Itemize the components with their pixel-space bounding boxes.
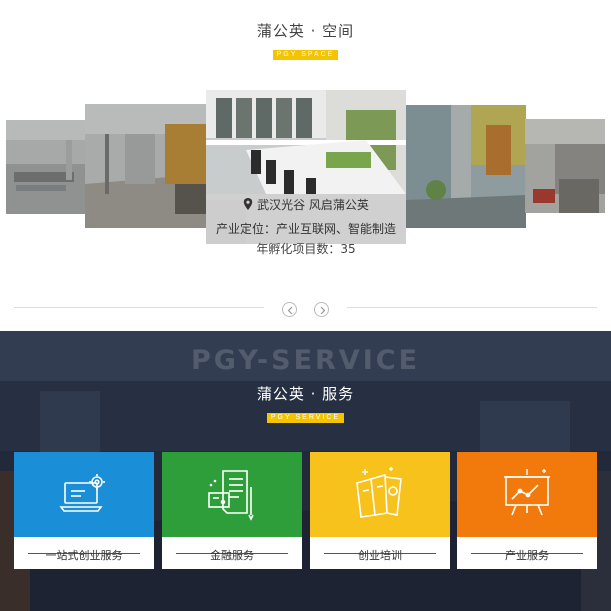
service-subtitle: PGY SERVICE xyxy=(266,413,345,423)
service-card-training[interactable]: 创业培训 xyxy=(310,452,450,569)
card-face xyxy=(14,452,154,537)
laptop-gear-icon xyxy=(59,474,105,512)
caption-incubation: 年孵化项目数：35 xyxy=(256,242,356,256)
service-card-startup[interactable]: 一站式创业服务 xyxy=(14,452,154,569)
caption-location-row: 武汉光谷 风启蒲公英 xyxy=(206,196,406,214)
slide-right[interactable] xyxy=(406,105,526,228)
prev-button[interactable] xyxy=(282,302,297,317)
service-section: PGY-SERVICE 蒲公英 · 服务 PGY SERVICE 一站式创业服务… xyxy=(0,331,611,611)
slide-far-left[interactable] xyxy=(6,120,86,214)
caption-location: 武汉光谷 风启蒲公英 xyxy=(257,198,369,212)
location-pin-icon xyxy=(243,198,253,210)
space-heading: 蒲公英 · 空间 PGY SPACE xyxy=(0,20,611,60)
service-heading: 蒲公英 · 服务 PGY SERVICE xyxy=(0,383,611,423)
service-title: 蒲公英 · 服务 xyxy=(256,385,355,403)
divider-right xyxy=(347,307,597,308)
card-label: 金融服务 xyxy=(210,549,254,562)
card-face xyxy=(457,452,597,537)
chevron-right-icon xyxy=(320,306,326,315)
document-card-icon xyxy=(208,470,254,521)
slide-caption: 武汉光谷 风启蒲公英 产业定位：产业互联网、智能制造 xyxy=(206,194,406,244)
card-label: 产业服务 xyxy=(505,549,549,562)
caption-positioning: 产业定位：产业互联网、智能制造 xyxy=(215,222,396,236)
service-card-industry[interactable]: 产业服务 xyxy=(457,452,597,569)
divider-left xyxy=(14,307,264,308)
slide-dim xyxy=(6,120,86,214)
card-face xyxy=(162,452,302,537)
slide-dim xyxy=(406,105,526,228)
slide-dim xyxy=(85,104,206,228)
space-title: 蒲公英 · 空间 xyxy=(256,22,355,40)
card-label: 一站式创业服务 xyxy=(45,549,123,562)
space-subtitle: PGY SPACE xyxy=(272,50,339,60)
next-button[interactable] xyxy=(314,302,329,317)
slide-left[interactable] xyxy=(85,104,206,228)
card-face xyxy=(310,452,450,537)
space-section: 蒲公英 · 空间 PGY SPACE 武汉光谷 风启蒲公英 产业定位：产业互联网… xyxy=(0,0,611,331)
books-icon xyxy=(356,467,402,518)
slide-far-right[interactable] xyxy=(525,119,605,213)
service-watermark: PGY-SERVICE xyxy=(190,345,421,376)
card-label: 创业培训 xyxy=(358,549,402,562)
slide-dim xyxy=(525,119,605,213)
chart-board-icon xyxy=(504,469,550,516)
service-card-finance[interactable]: 金融服务 xyxy=(162,452,302,569)
chevron-left-icon xyxy=(287,306,293,315)
